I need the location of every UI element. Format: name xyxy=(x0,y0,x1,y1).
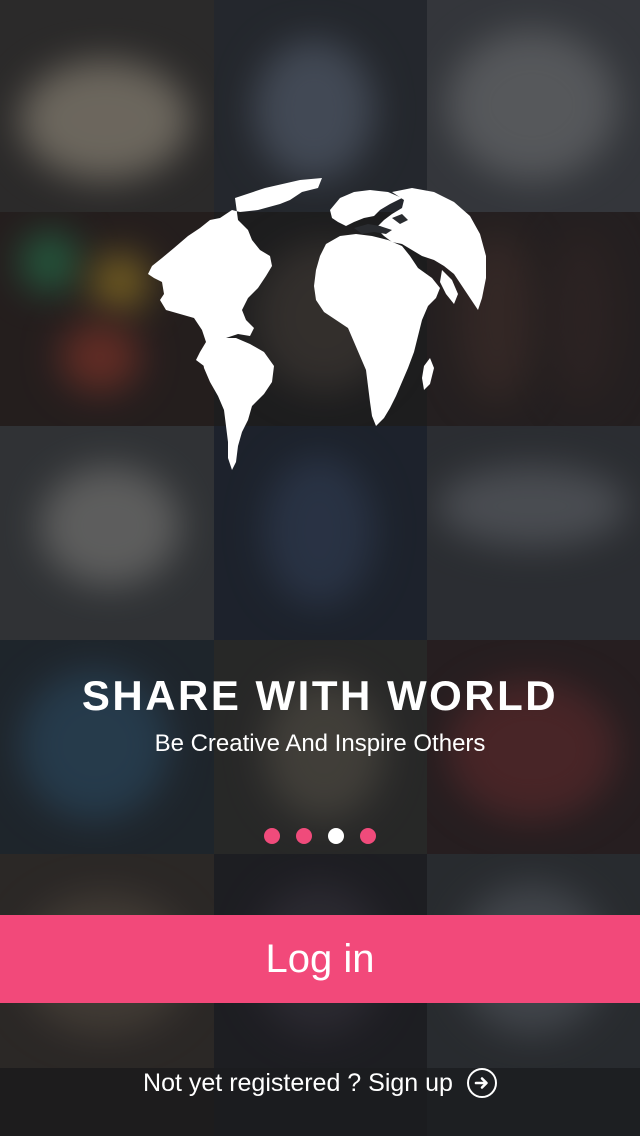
page-dot[interactable] xyxy=(296,828,312,844)
welcome-screen: SHARE WITH WORLD Be Creative And Inspire… xyxy=(0,0,640,1136)
page-indicator xyxy=(0,828,640,844)
login-button[interactable]: Log in xyxy=(0,915,640,1003)
arrow-right-circle-icon xyxy=(466,1068,497,1098)
signup-link-label: Not yet registered ? Sign up xyxy=(143,1068,453,1097)
page-dot-active[interactable] xyxy=(328,828,344,844)
page-dot[interactable] xyxy=(360,828,376,844)
signup-link[interactable]: Not yet registered ? Sign up xyxy=(0,1068,640,1098)
page-dot[interactable] xyxy=(264,828,280,844)
globe-icon xyxy=(140,170,490,475)
login-button-label: Log in xyxy=(265,936,375,981)
headline-title: SHARE WITH WORLD xyxy=(81,672,559,719)
headline-subtitle: Be Creative And Inspire Others xyxy=(154,730,486,757)
